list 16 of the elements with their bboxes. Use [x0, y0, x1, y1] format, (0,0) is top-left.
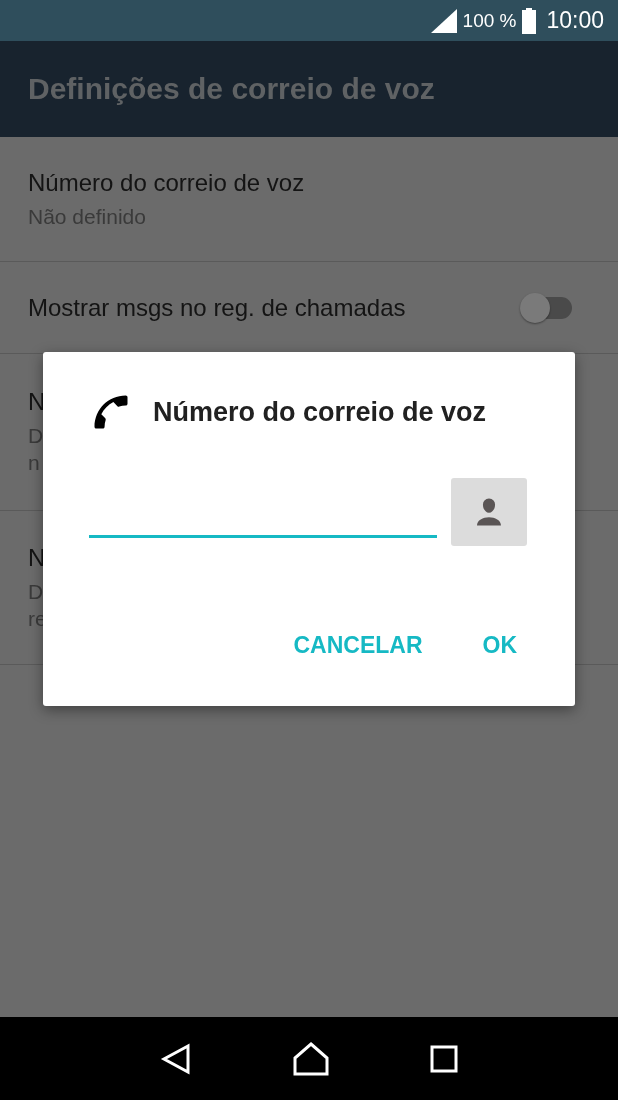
dialog-button[interactable]: CANCELAR [293, 632, 423, 659]
setting-title: N [28, 543, 46, 572]
setting-title: N [28, 388, 46, 416]
setting-title: Número do correio de voz [28, 168, 305, 197]
battery-icon [522, 7, 537, 34]
setting-title: Mostrar msgs no reg. de chamadas [28, 293, 406, 322]
clock: 10:00 [546, 7, 604, 34]
signal-icon [430, 8, 457, 33]
back-icon[interactable] [160, 1042, 193, 1075]
battery-percentage: 100 % [462, 9, 517, 32]
app-bar-title: Definições de correio de voz [28, 72, 435, 106]
contact-picker-button[interactable] [451, 478, 527, 546]
recents-icon[interactable] [429, 1044, 458, 1073]
dialog-title: Número do correio de voz [153, 396, 487, 428]
dialog-button[interactable]: OK [482, 632, 517, 659]
home-icon[interactable] [293, 1041, 329, 1076]
